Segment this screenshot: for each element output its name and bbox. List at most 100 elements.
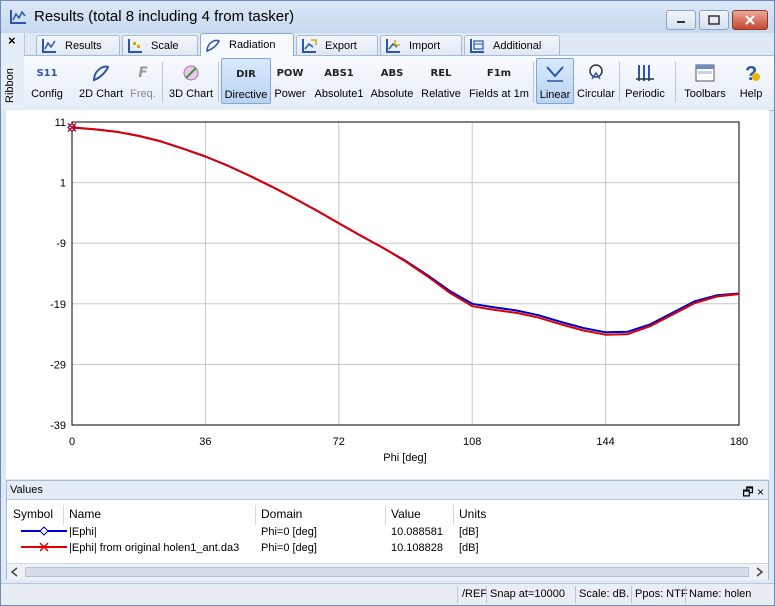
title-bar[interactable]: Results (total 8 including 4 from tasker… (1, 1, 774, 33)
tab-results[interactable]: Results (36, 35, 120, 55)
x-tick-label: 180 (730, 436, 748, 448)
button-label: Help (739, 88, 763, 100)
status-ref: /REF (462, 588, 488, 600)
row-units: [dB] (459, 526, 479, 538)
periodic-button[interactable]: Periodic (622, 58, 668, 104)
x-tick-label: 144 (596, 436, 614, 448)
status-separator (575, 586, 576, 603)
minimize-button[interactable] (666, 10, 696, 30)
button-label: 2D Chart (78, 88, 124, 100)
chart-area[interactable]: 11 1 -9 -19 -29 -39 0 36 72 108 144 180 Phi [deg] (6, 110, 769, 479)
2d-chart-button[interactable]: 2D Chart (76, 58, 126, 104)
plot-frame (71, 121, 740, 426)
circular-button[interactable]: Circular (575, 58, 617, 104)
status-ppos: Ppos: NTF (635, 588, 688, 600)
tab-additional[interactable]: Additional (464, 35, 560, 55)
periodic-icon (634, 61, 656, 85)
status-separator (486, 586, 487, 603)
maximize-button[interactable] (699, 10, 729, 30)
status-scale: Scale: dB. (579, 588, 630, 600)
close-button[interactable] (732, 10, 768, 30)
status-snap: Snap at=10000 (490, 588, 565, 600)
fields-at-1m-icon: F1m (486, 67, 512, 79)
power-button[interactable]: POW Power (272, 58, 308, 104)
button-label: Directive (224, 89, 268, 101)
tab-label: Additional (493, 39, 542, 52)
frequency-icon: F (138, 65, 148, 81)
tab-import[interactable]: Import (380, 35, 462, 55)
3d-chart-button[interactable]: 3D Chart (167, 58, 215, 104)
column-units[interactable]: Units (459, 507, 486, 521)
linear-scale-icon (544, 62, 566, 86)
tab-scale[interactable]: Scale (122, 35, 198, 55)
absolute-button[interactable]: ABS Absolute (369, 58, 415, 104)
column-symbol[interactable]: Symbol (13, 507, 53, 521)
results-window: Results (total 8 including 4 from tasker… (0, 0, 775, 606)
absolute1-button[interactable]: ABS1 Absolute1 (312, 58, 366, 104)
relative-button[interactable]: REL Relative (418, 58, 464, 104)
column-name[interactable]: Name (69, 507, 101, 521)
toolbars-button[interactable]: Toolbars (680, 58, 730, 104)
window-title: Results (total 8 including 4 from tasker… (34, 8, 295, 25)
ribbon-tabs: Results Scale Radiation Export Import Ad… (24, 33, 774, 56)
fields-at-1m-button[interactable]: F1m Fields at 1m (467, 58, 531, 104)
tab-label: Scale (151, 39, 179, 52)
series-line-0 (71, 126, 740, 334)
toolbars-icon (694, 61, 716, 85)
y-tick-labels: 111-9-19-29-39 (50, 117, 66, 432)
ribbon-label[interactable]: Ribbon (4, 68, 16, 103)
row-domain: Phi=0 [deg] (261, 542, 317, 554)
tab-export[interactable]: Export (296, 35, 378, 55)
values-panel-title: Values (10, 484, 43, 496)
button-label: Toolbars (684, 88, 726, 100)
y-tick-label: -19 (50, 299, 66, 311)
y-tick-label: -29 (50, 359, 66, 371)
2d-chart-icon (90, 61, 112, 85)
tab-label: Import (409, 39, 441, 52)
status-bar: /REF Snap at=10000 Scale: dB. Ppos: NTF … (1, 583, 774, 605)
button-label: Absolute (370, 88, 414, 100)
row-units: [dB] (459, 542, 479, 554)
button-label: 3D Chart (168, 88, 214, 100)
scroll-right-icon[interactable] (754, 567, 764, 577)
scale-icon (128, 38, 142, 53)
column-value[interactable]: Value (391, 507, 421, 521)
s11-config-icon: S11 (36, 67, 58, 79)
row-name: |Ephi| (69, 526, 97, 538)
absolute-icon: ABS (380, 67, 404, 79)
horizontal-scrollbar[interactable] (7, 563, 768, 580)
values-panel: Values 🗗 × Symbol Name Domain Value Unit… (6, 480, 769, 580)
chart-grid (71, 121, 740, 426)
minimize-icon (677, 21, 685, 23)
column-divider (63, 505, 64, 525)
toolbar-separator (218, 62, 219, 102)
status-separator (457, 586, 458, 603)
values-panel-controls[interactable]: 🗗 × (742, 483, 764, 504)
app-chart-icon (10, 10, 26, 24)
import-icon (386, 38, 400, 53)
absolute1-icon: ABS1 (324, 67, 354, 79)
linear-button[interactable]: Linear (536, 58, 574, 104)
scrollbar-thumb[interactable] (25, 567, 749, 577)
help-button[interactable]: ? Help (734, 58, 768, 104)
help-icon: ? (740, 61, 762, 85)
x-tick-label: 36 (199, 436, 211, 448)
frequency-button[interactable]: F Freq. (128, 58, 158, 104)
x-tick-labels: 0 36 72 108 144 180 (69, 436, 748, 448)
toolbar-separator (162, 62, 163, 102)
x-tick-label: 0 (69, 436, 75, 448)
x-tick-label: 72 (333, 436, 345, 448)
ribbon-close-icon[interactable]: × (8, 33, 16, 48)
results-chart-icon (42, 38, 56, 53)
button-label: Absolute1 (314, 88, 364, 100)
tab-label: Export (325, 39, 357, 52)
config-button[interactable]: S11 Config (28, 58, 66, 104)
tab-label: Results (65, 39, 102, 52)
scroll-left-icon[interactable] (10, 567, 20, 577)
button-label: Linear (539, 89, 571, 101)
tab-radiation[interactable]: Radiation (200, 33, 294, 56)
radiation-chart[interactable]: 111-9-19-29-39 0 36 72 108 144 180 Phi [deg] (6, 110, 769, 479)
column-domain[interactable]: Domain (261, 507, 302, 521)
y-tick-label: 11 (55, 117, 66, 129)
directive-button[interactable]: DIR Directive (221, 58, 271, 104)
